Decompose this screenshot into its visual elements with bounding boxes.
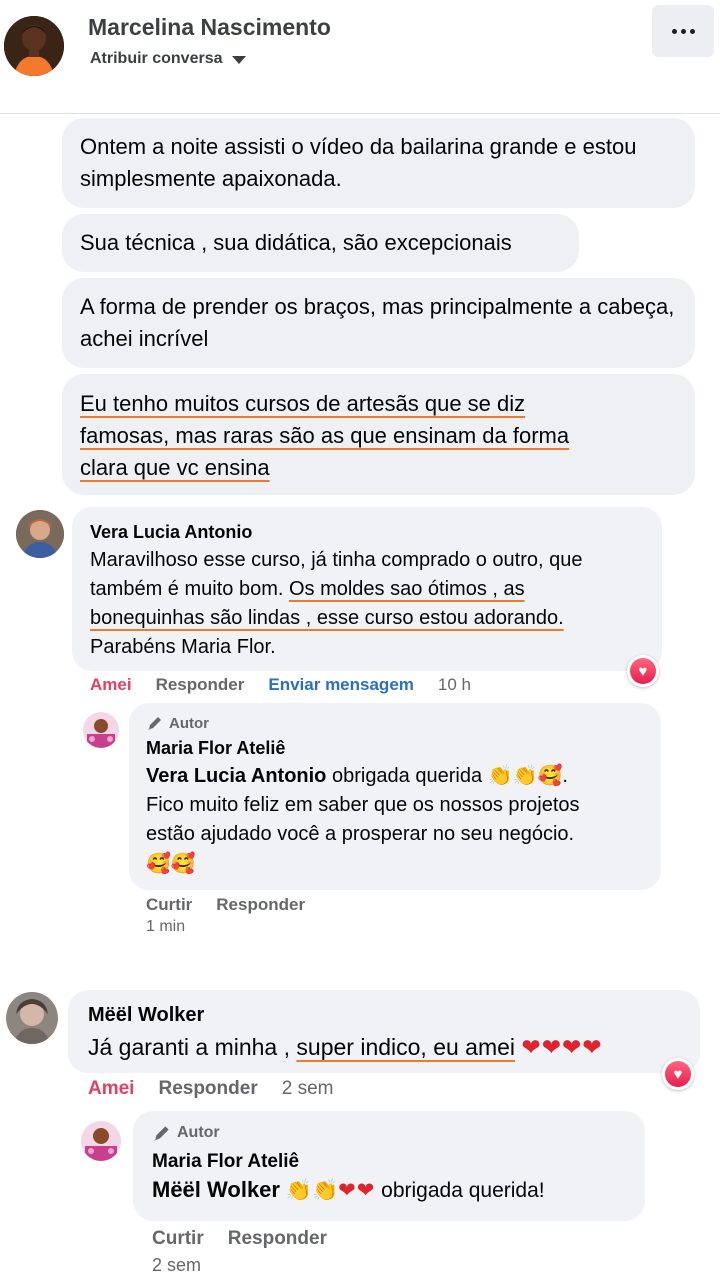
author-badge-label: Autor bbox=[169, 714, 209, 732]
reply-button[interactable]: Responder bbox=[158, 1078, 257, 1100]
comment-text: também é muito bom. bbox=[90, 578, 289, 600]
reply-button[interactable]: Responder bbox=[216, 895, 305, 915]
reply-author-avatar[interactable] bbox=[83, 712, 119, 748]
comment-time: 10 h bbox=[437, 675, 471, 694]
clapping-hands-icon: 👏👏 bbox=[487, 763, 538, 787]
message-text-underlined: Eu tenho muitos cursos de artesãs que se… bbox=[80, 391, 526, 416]
author-badge-label: Autor bbox=[177, 1124, 220, 1141]
reply-button[interactable]: Responder bbox=[228, 1228, 327, 1250]
mention[interactable]: Mëël Wolker bbox=[152, 1177, 280, 1202]
message-text: Sua técnica , sua didática, são excepcio… bbox=[80, 230, 512, 255]
mention[interactable]: Vera Lucia Antonio bbox=[146, 765, 326, 787]
like-button[interactable]: Curtir bbox=[152, 1228, 204, 1250]
comment-author[interactable]: Vera Lucia Antonio bbox=[90, 520, 662, 544]
reply-text: estão ajudado você a prosperar no seu ne… bbox=[146, 823, 575, 845]
assign-conversation-label: Atribuir conversa bbox=[90, 50, 223, 67]
more-dot-icon bbox=[689, 28, 695, 34]
pencil-icon bbox=[154, 1126, 169, 1141]
reply-bubble: Autor Maria Flor Ateliê Vera Lucia Anton… bbox=[129, 703, 661, 890]
message-text-underlined: famosas, mas raras são as que ensinam da… bbox=[80, 423, 570, 448]
message-bubble: Sua técnica , sua didática, são excepcio… bbox=[62, 214, 579, 272]
message-bubble: Ontem a noite assisti o vídeo da bailari… bbox=[62, 118, 695, 208]
comment-text-underlined: super indico, eu amei bbox=[296, 1034, 516, 1060]
reaction-badge[interactable]: ♥ bbox=[627, 655, 659, 687]
reply-time: 2 sem bbox=[152, 1255, 202, 1275]
comment-text: Parabéns Maria Flor. bbox=[90, 636, 276, 658]
more-options-button[interactable] bbox=[652, 5, 714, 57]
more-dot-icon bbox=[680, 28, 686, 34]
heart-icon: ♥ bbox=[665, 1061, 691, 1087]
comment-time: 2 sem bbox=[281, 1078, 334, 1099]
conversation-header: Marcelina Nascimento Atribuir conversa bbox=[0, 0, 720, 114]
like-button[interactable]: Curtir bbox=[146, 895, 192, 915]
assign-conversation-dropdown[interactable]: Atribuir conversa bbox=[90, 50, 247, 68]
heart-icon: ♥ bbox=[630, 658, 656, 684]
reply-button[interactable]: Responder bbox=[156, 675, 245, 695]
comment-text-underlined: Os moldes sao ótimos , as bbox=[288, 578, 525, 600]
message-bubble: Eu tenho muitos cursos de artesãs que se… bbox=[62, 374, 695, 495]
comment-author[interactable]: Mëël Wolker bbox=[88, 1002, 700, 1028]
reply-bubble: Autor Maria Flor Ateliê Mëël Wolker 👏👏❤❤… bbox=[133, 1111, 645, 1221]
message-text-underlined: clara que vc ensina bbox=[80, 455, 270, 480]
commenter-avatar[interactable] bbox=[16, 510, 64, 558]
reply-author[interactable]: Maria Flor Ateliê bbox=[152, 1149, 645, 1175]
chevron-down-icon bbox=[232, 56, 247, 64]
smiling-face-with-hearts-icon: 🥰🥰 bbox=[146, 851, 196, 875]
smiling-face-with-hearts-icon: 🥰 bbox=[537, 763, 563, 787]
contact-avatar[interactable] bbox=[4, 16, 64, 76]
author-badge: Autor bbox=[146, 714, 661, 732]
message-text: A forma de prender os braços, mas princi… bbox=[80, 294, 675, 351]
reply-time: 1 min bbox=[146, 918, 186, 935]
commenter-avatar[interactable] bbox=[6, 992, 58, 1044]
comment-text: Já garanti a minha , bbox=[88, 1034, 297, 1060]
love-button[interactable]: Amei bbox=[90, 675, 132, 695]
red-heart-icon: ❤❤❤❤ bbox=[521, 1035, 603, 1061]
love-button[interactable]: Amei bbox=[88, 1078, 134, 1100]
comment-bubble: Vera Lucia Antonio Maravilhoso esse curs… bbox=[72, 507, 662, 671]
comment-text-underlined: bonequinhas são lindas , esse curso esto… bbox=[90, 607, 564, 629]
pencil-icon bbox=[148, 717, 161, 730]
contact-name: Marcelina Nascimento bbox=[88, 14, 331, 40]
red-heart-icon: ❤❤ bbox=[338, 1178, 376, 1202]
author-badge: Autor bbox=[152, 1123, 645, 1143]
comment-actions: Amei Responder Enviar mensagem 10 h bbox=[90, 674, 495, 696]
more-dot-icon bbox=[671, 28, 677, 34]
reaction-badge[interactable]: ♥ bbox=[662, 1058, 694, 1090]
comment-text: Maravilhoso esse curso, já tinha comprad… bbox=[90, 549, 583, 571]
reply-text: Fico muito feliz em saber que os nossos … bbox=[146, 794, 580, 816]
clapping-hands-icon: 👏👏 bbox=[285, 1178, 339, 1202]
message-text: Ontem a noite assisti o vídeo da bailari… bbox=[80, 134, 637, 191]
reply-text: obrigada querida! bbox=[375, 1179, 545, 1202]
reply-actions: Curtir Responder bbox=[146, 894, 329, 916]
comment-bubble: Mëël Wolker Já garanti a minha , super i… bbox=[68, 990, 700, 1073]
reply-text: obrigada querida bbox=[326, 765, 483, 787]
message-bubble: A forma de prender os braços, mas princi… bbox=[62, 278, 695, 368]
reply-author-avatar[interactable] bbox=[81, 1121, 121, 1161]
reply-actions: Curtir Responder bbox=[152, 1227, 351, 1251]
send-message-button[interactable]: Enviar mensagem bbox=[268, 675, 414, 695]
reply-author[interactable]: Maria Flor Ateliê bbox=[146, 736, 661, 760]
comment-actions: Amei Responder 2 sem bbox=[88, 1077, 357, 1101]
